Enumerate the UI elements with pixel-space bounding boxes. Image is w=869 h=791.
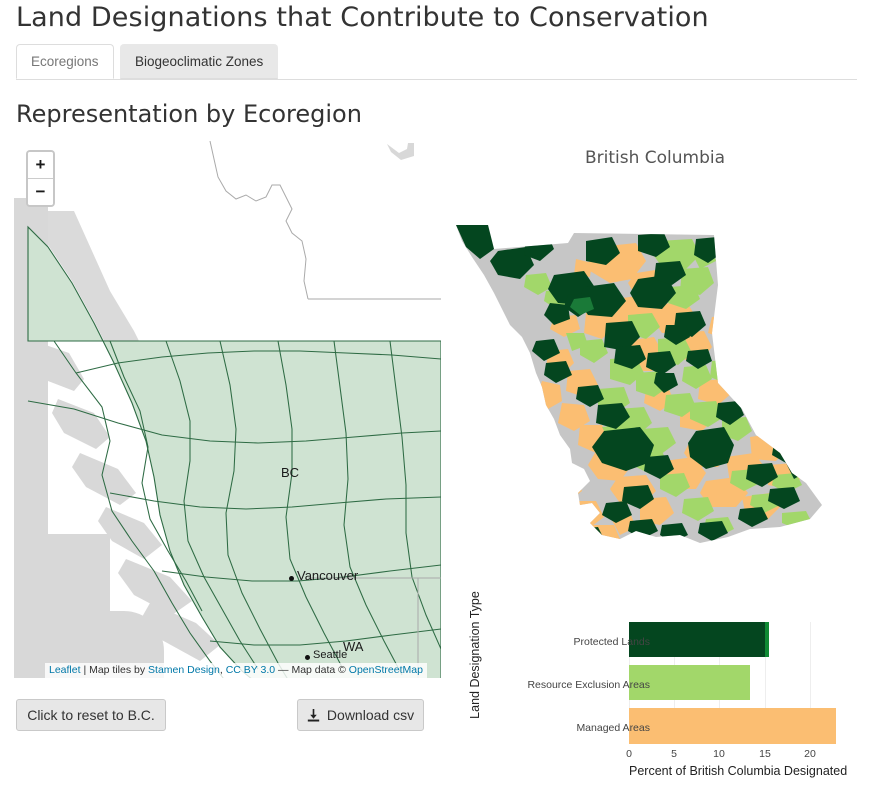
attrib-sep-1: | Map tiles by xyxy=(80,664,149,676)
map-zoom-control[interactable]: + − xyxy=(26,150,55,207)
bar-protected-lands[interactable] xyxy=(629,622,769,657)
bar-row xyxy=(629,708,836,744)
tab-ecoregions[interactable]: Ecoregions xyxy=(16,44,114,79)
page-title: Land Designations that Contribute to Con… xyxy=(16,2,709,33)
tab-biogeoclimatic-zones-label: Biogeoclimatic Zones xyxy=(135,54,264,69)
choropleth-patches xyxy=(490,233,812,543)
download-csv-label: Download csv xyxy=(326,707,415,723)
app-root: Land Designations that Contribute to Con… xyxy=(0,0,869,791)
bar-label-protected-lands: Protected Lands xyxy=(573,636,650,648)
bar-label-resource-exclusion-areas: Resource Exclusion Areas xyxy=(527,679,650,691)
seattle-marker xyxy=(305,655,310,660)
designation-bar-chart: Land Designation Type Protected Lands Re… xyxy=(462,591,862,787)
bar-row xyxy=(629,665,836,700)
x-tick: 5 xyxy=(671,748,677,760)
zoom-in-button[interactable]: + xyxy=(28,152,53,179)
bar-segment-accent xyxy=(765,622,769,657)
bc-choropleth-map xyxy=(450,213,862,563)
bar-row xyxy=(629,622,836,657)
reset-to-bc-button[interactable]: Click to reset to B.C. xyxy=(16,699,166,731)
map-attribution: Leaflet | Map tiles by Stamen Design, CC… xyxy=(45,663,427,678)
bc-map-title: British Columbia xyxy=(584,148,726,168)
download-icon xyxy=(307,708,320,722)
map-label-bc: BC xyxy=(281,465,300,480)
stamen-design-link[interactable]: Stamen Design xyxy=(148,664,220,676)
x-tick: 10 xyxy=(713,748,725,760)
x-tick: 20 xyxy=(804,748,816,760)
bar-managed-areas[interactable] xyxy=(629,708,836,744)
reset-to-bc-label: Click to reset to B.C. xyxy=(27,707,155,723)
bc-choropleth-svg xyxy=(456,225,822,543)
map-tile-artifact xyxy=(387,143,414,160)
section-title: Representation by Ecoregion xyxy=(16,100,362,128)
leaflet-link[interactable]: Leaflet xyxy=(49,664,81,676)
map-label-vancouver: Vancouver xyxy=(297,568,359,583)
ecoregion-leaflet-map[interactable]: + − BC Vancouver Seattle WA Leaflet | Ma… xyxy=(14,141,441,678)
chart-y-axis-title: Land Designation Type xyxy=(468,591,482,719)
openstreetmap-link[interactable]: OpenStreetMap xyxy=(349,664,423,676)
download-csv-button[interactable]: Download csv xyxy=(297,699,424,731)
map-label-wa: WA xyxy=(343,639,364,654)
x-tick: 0 xyxy=(626,748,632,760)
attrib-sep-3: — Map data © xyxy=(275,664,349,676)
vancouver-marker xyxy=(289,576,294,581)
zoom-out-button[interactable]: − xyxy=(28,179,53,205)
tab-ecoregions-label: Ecoregions xyxy=(31,54,99,69)
tab-bar: Ecoregions Biogeoclimatic Zones xyxy=(16,44,857,80)
bar-label-managed-areas: Managed Areas xyxy=(576,722,650,734)
x-tick: 15 xyxy=(759,748,771,760)
chart-plot-area xyxy=(629,622,836,744)
chart-x-axis-title: Percent of British Columbia Designated xyxy=(629,764,848,778)
basemap-coastline xyxy=(22,141,441,678)
tab-biogeoclimatic-zones[interactable]: Biogeoclimatic Zones xyxy=(120,44,279,79)
cc-license-link[interactable]: CC BY 3.0 xyxy=(226,664,275,676)
